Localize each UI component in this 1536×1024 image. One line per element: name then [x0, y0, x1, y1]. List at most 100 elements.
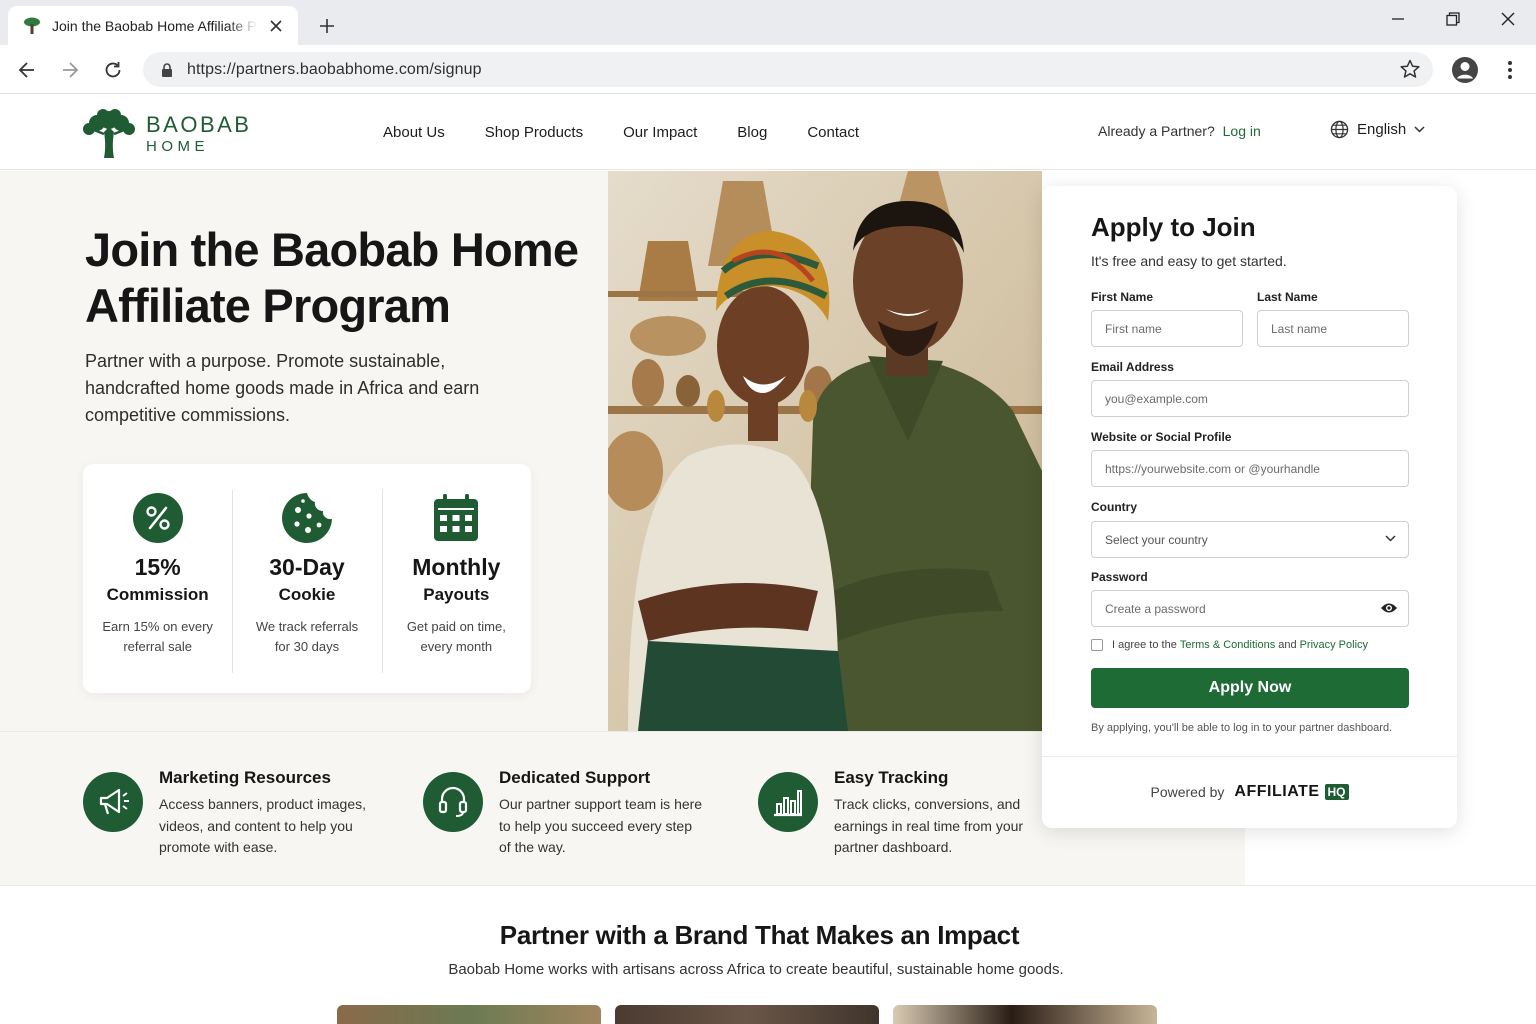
form-title: Apply to Join	[1091, 212, 1256, 242]
browser-menu-icon[interactable]	[1495, 55, 1525, 85]
affiliate-hq-badge: HQ	[1324, 784, 1349, 800]
browser-toolbar: https://partners.baobabhome.com/signup	[0, 45, 1536, 94]
terms-link[interactable]: Terms & Conditions	[1180, 639, 1275, 651]
impact-image-2[interactable]	[615, 1005, 879, 1024]
megaphone-icon	[83, 772, 143, 832]
hero-title: Join the Baobab Home Affiliate Program	[85, 223, 579, 332]
address-bar[interactable]: https://partners.baobabhome.com/signup	[143, 52, 1433, 87]
nav-our-impact[interactable]: Our Impact	[623, 124, 697, 141]
browser-tab[interactable]: Join the Baobab Home Affiliate Program	[8, 6, 298, 45]
first-name-input[interactable]	[1091, 310, 1243, 347]
bookmark-star-icon[interactable]	[1399, 58, 1421, 80]
apply-form-card: Apply to Join It's free and easy to get …	[1042, 186, 1457, 828]
back-arrow-icon[interactable]	[12, 55, 42, 85]
powered-by: Powered by AFFILIATE HQ	[1042, 783, 1457, 801]
calendar-icon	[430, 492, 482, 544]
benefit-label: Cookie	[278, 585, 336, 604]
benefit-label: Commission	[106, 585, 209, 604]
impact-section	[0, 885, 1536, 1024]
feature-dedicated-support: Dedicated Support Our partner support te…	[423, 768, 707, 859]
country-label: Country	[1091, 500, 1137, 514]
nav-shop-products[interactable]: Shop Products	[485, 124, 583, 141]
benefit-commission: 15% Commission Earn 15% on every referra…	[83, 464, 232, 693]
impact-image-1[interactable]	[337, 1005, 601, 1024]
terms-checkbox[interactable]	[1091, 639, 1103, 651]
benefits-card: 15% Commission Earn 15% on every referra…	[83, 464, 531, 693]
impact-image-3[interactable]	[893, 1005, 1157, 1024]
login-link[interactable]: Log in	[1223, 123, 1261, 139]
baobab-home-logo[interactable]: BAOBAB HOME	[82, 108, 251, 160]
email-input[interactable]	[1091, 380, 1409, 417]
feature-marketing-resources: Marketing Resources Access banners, prod…	[83, 768, 369, 859]
nav-about-us[interactable]: About Us	[383, 124, 445, 141]
first-name-label: First Name	[1091, 290, 1154, 304]
language-label: English	[1357, 121, 1407, 138]
hero-affiliate-partners-photo	[608, 171, 1042, 731]
feature-description: Access banners, product images, videos, …	[159, 796, 366, 855]
country-select[interactable]: Select your country	[1091, 521, 1409, 558]
affiliate-hq-logo: AFFILIATE	[1234, 783, 1320, 800]
impact-title: Partner with a Brand That Makes an Impac…	[499, 920, 1020, 950]
benefit-payouts: Monthly Payouts Get paid on time, every …	[381, 464, 531, 693]
benefit-value: 30-Day	[269, 554, 345, 580]
benefit-description: Earn 15% on every referral sale	[102, 619, 213, 654]
profile-avatar-icon[interactable]	[1450, 55, 1480, 85]
bar-chart-icon	[758, 772, 818, 832]
benefit-description: We track referrals for 30 days	[255, 619, 359, 654]
close-window-icon[interactable]	[1485, 6, 1531, 32]
minimize-window-icon[interactable]	[1375, 6, 1421, 32]
site-info-icon[interactable]	[159, 62, 175, 78]
feature-body: Dedicated Support Our partner support te…	[499, 768, 707, 859]
show-password-eye-icon[interactable]	[1380, 601, 1398, 615]
logo-word-baobab: BAOBAB	[146, 112, 252, 137]
email-label: Email Address	[1091, 360, 1174, 374]
tab-title: Join the Baobab Home Affiliate Program	[52, 17, 258, 34]
feature-body: Easy Tracking Track clicks, conversions,…	[834, 768, 1029, 859]
feature-title: Easy Tracking	[834, 768, 949, 787]
website-input[interactable]	[1091, 450, 1409, 487]
chevron-down-icon	[1385, 535, 1396, 542]
benefit-label: Payouts	[423, 585, 490, 604]
last-name-input[interactable]	[1257, 310, 1409, 347]
site-header: BAOBAB HOME About Us Shop Products Our I…	[0, 94, 1536, 170]
nav-blog[interactable]: Blog	[737, 124, 767, 141]
country-select-value: Select your country	[1105, 532, 1208, 547]
feature-title: Marketing Resources	[159, 768, 331, 787]
baobab-tree-favicon-icon	[22, 16, 42, 36]
feature-easy-tracking: Easy Tracking Track clicks, conversions,…	[758, 768, 1029, 859]
apply-now-button[interactable]: Apply Now	[1091, 668, 1409, 708]
nav-contact[interactable]: Contact	[807, 124, 859, 141]
logo-word-home: HOME	[146, 138, 209, 155]
powered-by-label: Powered by	[1150, 784, 1225, 800]
privacy-link[interactable]: Privacy Policy	[1300, 639, 1368, 651]
benefit-description: Get paid on time, every month	[406, 619, 506, 654]
password-label: Password	[1091, 570, 1148, 584]
chevron-down-icon	[1414, 126, 1425, 133]
reload-icon[interactable]	[98, 55, 128, 85]
new-tab-plus-icon[interactable]	[314, 13, 340, 39]
form-divider	[1042, 756, 1457, 757]
main-navigation: About Us Shop Products Our Impact Blog C…	[383, 94, 899, 170]
hero-subtitle: Partner with a purpose. Promote sustaina…	[85, 351, 480, 425]
forward-arrow-icon[interactable]	[55, 55, 85, 85]
form-subtitle: It's free and easy to get started.	[1091, 253, 1287, 269]
benefit-cookie: 30-Day Cookie We track referrals for 30 …	[232, 464, 381, 693]
restore-window-icon[interactable]	[1430, 6, 1476, 32]
headset-icon	[423, 772, 483, 832]
agree-and: and	[1278, 639, 1297, 651]
form-note: By applying, you'll be able to log in to…	[1091, 722, 1393, 734]
feature-title: Dedicated Support	[499, 768, 651, 787]
browser-tab-strip: Join the Baobab Home Affiliate Program	[0, 0, 1536, 45]
logo-wordmark: BAOBAB HOME	[146, 112, 252, 155]
globe-icon	[1330, 120, 1349, 139]
close-tab-icon[interactable]	[266, 16, 286, 36]
feature-description: Our partner support team is here to help…	[499, 796, 703, 855]
already-partner-label: Already a Partner?	[1098, 123, 1215, 139]
password-input[interactable]	[1091, 590, 1409, 627]
already-partner-text: Already a Partner? Log in	[1098, 123, 1261, 139]
last-name-label: Last Name	[1257, 290, 1318, 304]
website-label: Website or Social Profile	[1091, 430, 1232, 444]
language-selector[interactable]: English	[1330, 120, 1425, 139]
address-url: https://partners.baobabhome.com/signup	[187, 60, 482, 78]
terms-agreement: I agree to the Terms & Conditions and Pr…	[1091, 639, 1371, 651]
